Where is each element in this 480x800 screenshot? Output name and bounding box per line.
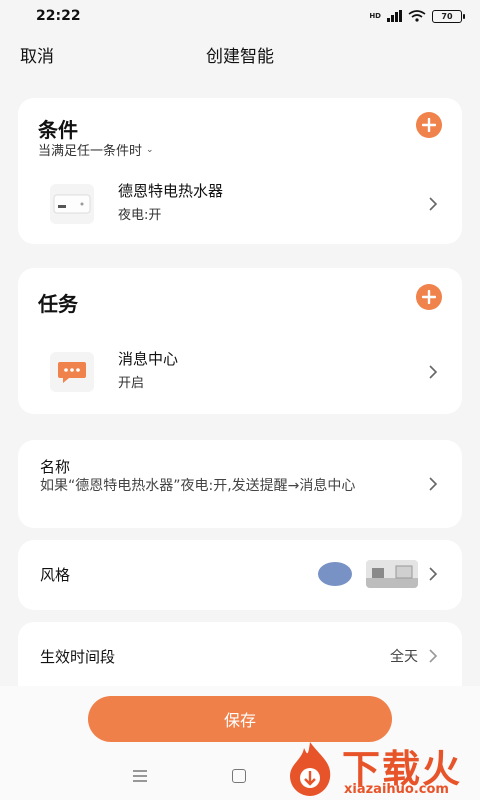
tasks-card: 任务 消息中心 开启 xyxy=(18,268,462,414)
style-label: 风格 xyxy=(40,566,71,584)
condition-item[interactable]: 德恩特电热水器 夜电:开 xyxy=(18,174,462,238)
task-state: 开启 xyxy=(118,376,145,391)
plus-icon xyxy=(422,290,436,304)
message-icon xyxy=(50,352,94,392)
time-period-value: 全天 xyxy=(390,649,418,665)
plus-icon xyxy=(422,118,436,132)
name-card[interactable]: 名称 如果“德恩特电热水器”夜电:开,发送提醒→消息中心 xyxy=(18,440,462,528)
watermark-subtitle: xiazaihuo.com xyxy=(344,782,449,797)
condition-mode-dropdown[interactable]: 当满足任一条件时 ⌄ xyxy=(38,140,154,159)
name-value: 如果“德恩特电热水器”夜电:开,发送提醒→消息中心 xyxy=(40,478,356,494)
wifi-icon xyxy=(408,10,426,22)
home-icon[interactable] xyxy=(232,769,246,783)
style-color-swatch[interactable] xyxy=(318,562,352,586)
chevron-right-icon xyxy=(429,477,438,491)
tasks-title: 任务 xyxy=(38,292,78,316)
network-type-label: HD xyxy=(369,12,381,20)
status-bar: 22:22 HD 70 xyxy=(0,0,480,32)
condition-device-name: 德恩特电热水器 xyxy=(118,182,224,200)
chevron-right-icon xyxy=(429,567,438,581)
condition-mode-label: 当满足任一条件时 xyxy=(38,144,143,159)
flame-icon xyxy=(290,742,331,796)
battery-icon: 70 xyxy=(432,9,465,23)
header: 取消 创建智能 xyxy=(0,36,480,72)
time-period-label: 生效时间段 xyxy=(40,648,116,666)
chevron-right-icon xyxy=(429,197,438,211)
conditions-card: 条件 当满足任一条件时 ⌄ 德恩特电热水器 夜电:开 xyxy=(18,98,462,244)
name-label: 名称 xyxy=(40,458,71,476)
task-name: 消息中心 xyxy=(118,350,179,368)
save-button[interactable]: 保存 xyxy=(88,696,392,742)
chevron-right-icon xyxy=(429,365,438,379)
water-heater-icon xyxy=(50,184,94,224)
status-time: 22:22 xyxy=(36,8,81,24)
add-task-button[interactable] xyxy=(416,284,442,310)
page-title: 创建智能 xyxy=(206,47,274,67)
status-icons: HD 70 xyxy=(369,9,465,23)
signal-icon xyxy=(387,10,402,22)
conditions-title: 条件 xyxy=(38,118,78,142)
chevron-right-icon xyxy=(429,649,438,663)
watermark-logo: 下载火 xiazaihuo.com xyxy=(280,738,476,798)
chevron-down-icon: ⌄ xyxy=(146,144,154,155)
condition-device-state: 夜电:开 xyxy=(118,208,162,223)
add-condition-button[interactable] xyxy=(416,112,442,138)
menu-icon[interactable] xyxy=(132,770,148,782)
style-background-image[interactable] xyxy=(366,560,418,588)
style-card[interactable]: 风格 xyxy=(18,540,462,610)
task-item[interactable]: 消息中心 开启 xyxy=(18,342,462,406)
